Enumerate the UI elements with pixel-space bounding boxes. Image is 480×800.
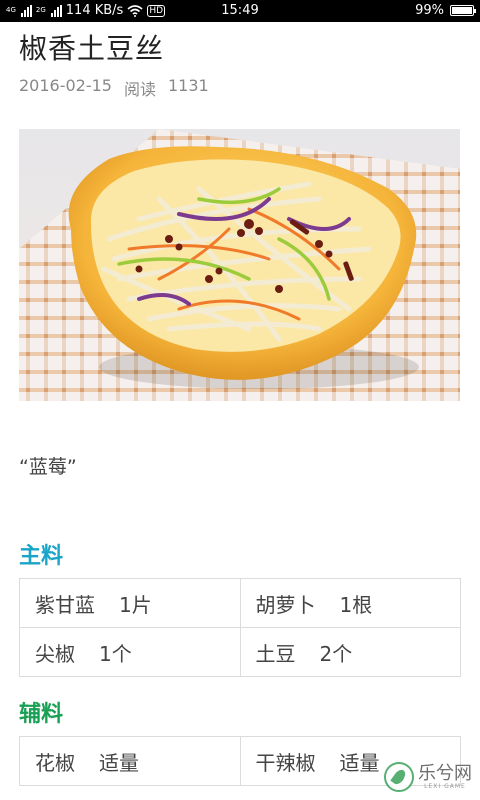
battery-percent: 99%: [415, 3, 444, 18]
status-bar: 4G 2G 114 KB/s HD 15:49 99%: [0, 0, 480, 22]
aux-ingredients-heading: 辅料: [19, 702, 64, 727]
ingredient-qty: 适量: [99, 750, 139, 775]
ingredient-name: 花椒: [35, 750, 75, 775]
ingredient-name: 干辣椒: [255, 750, 316, 775]
article-meta: 2016-02-15 阅读 1131: [19, 76, 209, 100]
ingredient-name: 土豆: [255, 641, 296, 666]
ingredient-qty: 1片: [119, 592, 152, 617]
status-time: 15:49: [221, 3, 259, 18]
ingredient-cell: 花椒 适量: [19, 736, 241, 786]
battery-fill: [452, 7, 472, 14]
watermark-text: 乐兮网: [418, 762, 472, 784]
read-count: 1131: [168, 76, 209, 95]
read-label: 阅读: [123, 80, 156, 99]
potato-strips-bowl-image: [19, 129, 460, 401]
ingredient-name: 紫甘蓝: [35, 592, 95, 617]
site-watermark: 乐兮网 LEXI GAME: [384, 762, 472, 792]
main-ingredients-table: 紫甘蓝 1片 胡萝卜 1根 尖椒 1个 土豆 2个: [19, 578, 461, 677]
ingredient-qty: 适量: [339, 750, 380, 775]
battery-icon: [450, 5, 476, 16]
watermark-text-group: 乐兮网 LEXI GAME: [418, 762, 472, 790]
ingredient-cell: 尖椒 1个: [19, 627, 241, 677]
page-title: 椒香土豆丝: [19, 32, 165, 65]
status-right: 99%: [415, 3, 476, 18]
main-ingredients-heading: 主料: [19, 544, 64, 569]
ingredient-cell: 紫甘蓝 1片: [19, 578, 241, 628]
publish-date: 2016-02-15: [19, 76, 112, 95]
table-row: 紫甘蓝 1片 胡萝卜 1根: [19, 578, 461, 628]
table-row: 尖椒 1个 土豆 2个: [19, 627, 461, 677]
ingredient-name: 胡萝卜: [255, 592, 316, 617]
ingredient-cell: 土豆 2个: [239, 627, 461, 677]
recipe-quote: “蓝莓”: [19, 456, 77, 478]
ingredient-qty: 2个: [319, 641, 353, 666]
leaf-logo-icon: [384, 762, 414, 792]
ingredient-name: 尖椒: [35, 641, 75, 666]
ingredient-cell: 胡萝卜 1根: [239, 578, 461, 628]
watermark-subtext: LEXI GAME: [424, 782, 466, 790]
recipe-photo: [19, 129, 460, 401]
ingredient-qty: 1根: [339, 592, 373, 617]
ingredient-qty: 1个: [99, 641, 132, 666]
